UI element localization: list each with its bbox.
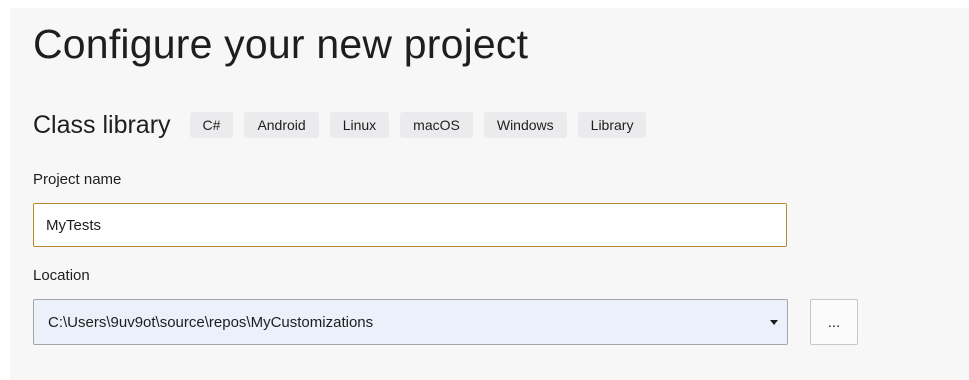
project-name-label: Project name (33, 171, 122, 188)
tag-android: Android (244, 112, 319, 138)
chevron-down-icon[interactable] (761, 300, 787, 344)
browse-button[interactable]: ... (810, 299, 858, 345)
location-label: Location (33, 267, 90, 284)
template-info: Class library C# Android Linux macOS Win… (33, 108, 647, 142)
template-name: Class library (33, 110, 171, 139)
tag-windows: Windows (483, 112, 567, 138)
tag-csharp: C# (189, 112, 234, 138)
tag-linux: Linux (329, 112, 390, 138)
tag-library: Library (577, 112, 647, 138)
project-name-input[interactable] (33, 203, 787, 247)
location-combobox[interactable]: C:\Users\9uv9ot\source\repos\MyCustomiza… (33, 299, 788, 345)
tag-macos: macOS (400, 112, 473, 138)
page-title: Configure your new project (33, 21, 529, 67)
template-tags: C# Android Linux macOS Windows Library (189, 112, 647, 138)
location-value[interactable]: C:\Users\9uv9ot\source\repos\MyCustomiza… (34, 314, 761, 331)
